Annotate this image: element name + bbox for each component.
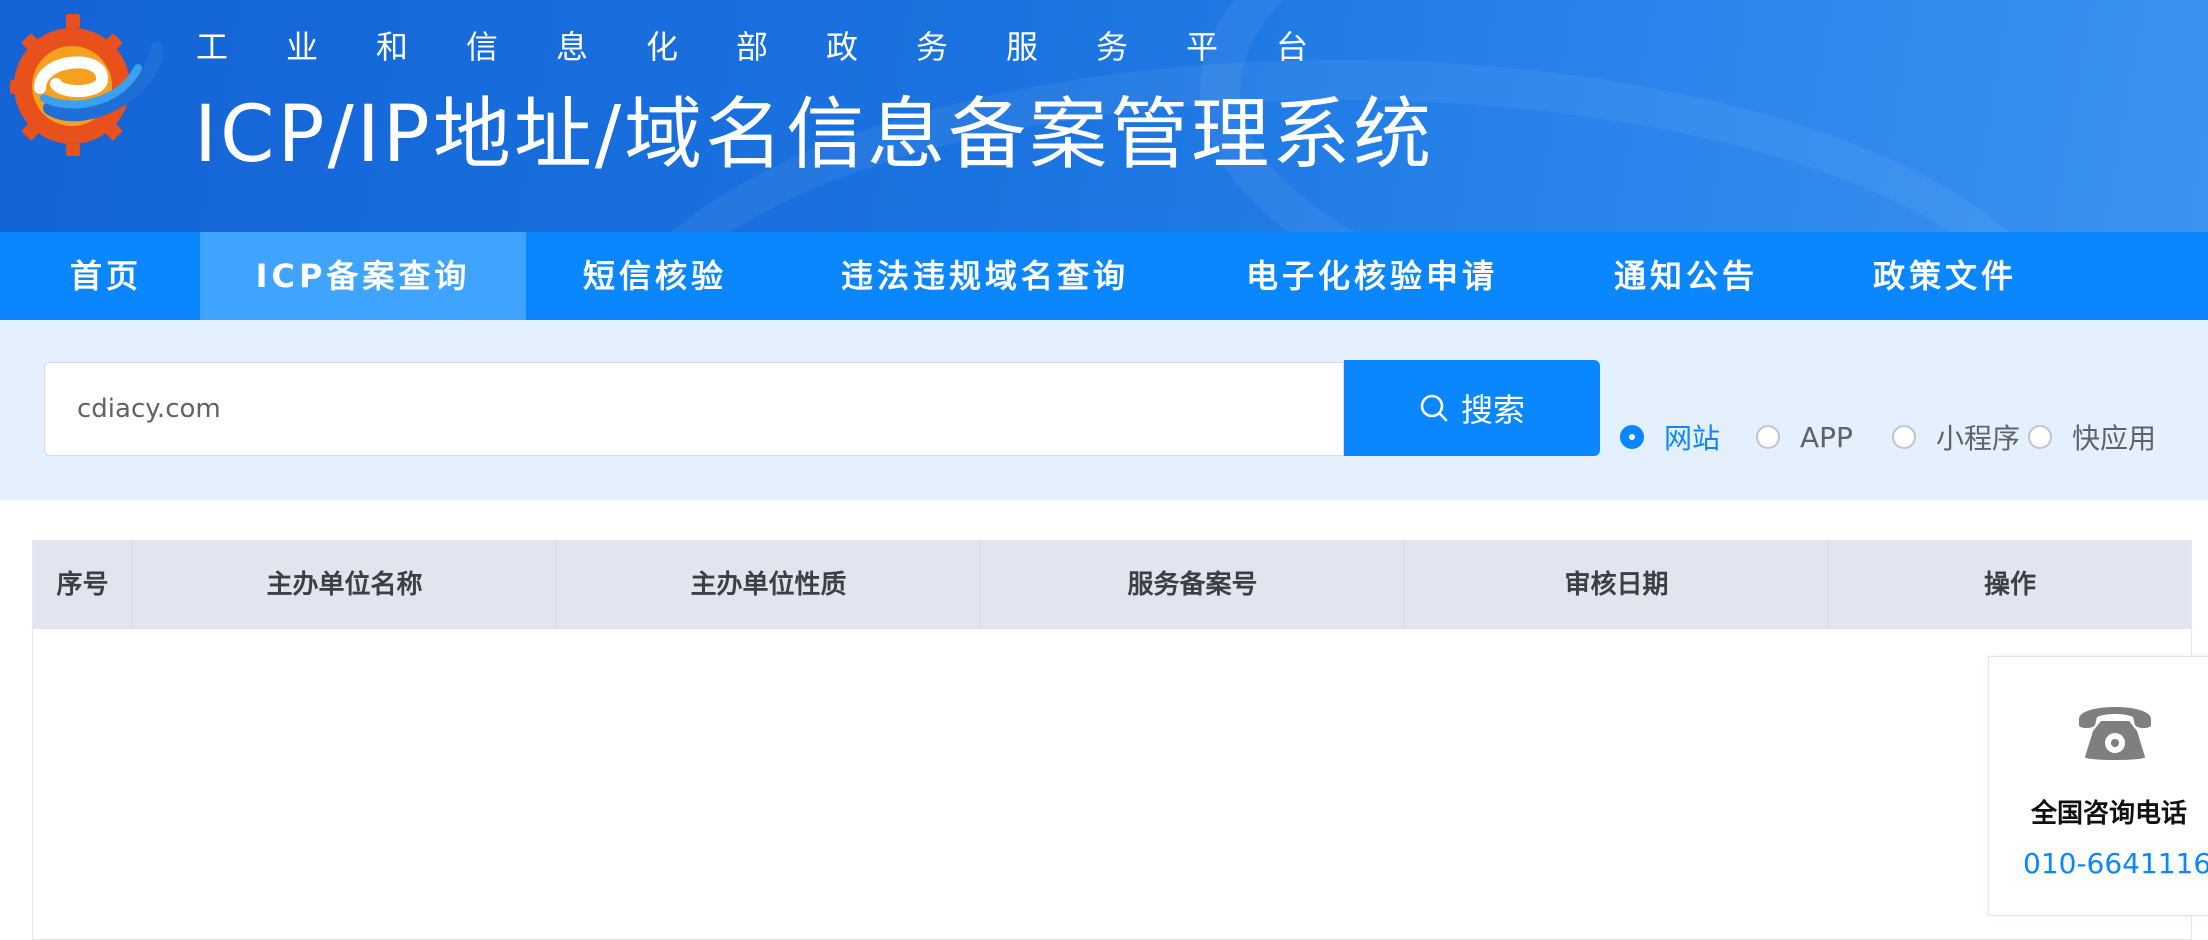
nav-item-illegal-domain-query[interactable]: 违法违规域名查询 (820, 232, 1150, 320)
nav-item-notices[interactable]: 通知公告 (1596, 232, 1776, 320)
column-header-actions: 操作 (1983, 570, 2036, 600)
page-title: ICP/IP地址/域名信息备案管理系统 (194, 90, 1435, 180)
radio-website[interactable]: 网站 (1620, 412, 1720, 462)
search-area: 搜索 网站 APP 小程序 快应用 (0, 320, 2208, 500)
search-input[interactable] (44, 362, 1344, 456)
radio-dot (1756, 425, 1780, 449)
table-header: 序号 主办单位名称 主办单位性质 服务备案号 审核日期 操作 (33, 541, 2191, 629)
radio-label: 快应用 (2072, 422, 2157, 455)
search-button-label: 搜索 (1460, 391, 1525, 429)
nav-item-home[interactable]: 首页 (40, 232, 172, 320)
phone-icon (2079, 707, 2151, 760)
nav-item-icp-query[interactable]: ICP备案查询 (200, 232, 526, 320)
logo-icon (10, 14, 162, 156)
column-header-organizer-type: 主办单位性质 (557, 541, 981, 629)
search-icon (1420, 394, 1448, 422)
radio-label: 小程序 (1936, 422, 2021, 455)
main-nav: 首页 ICP备案查询 短信核验 违法违规域名查询 电子化核验申请 通知公告 政策… (0, 232, 2208, 320)
radio-dot (2028, 425, 2052, 449)
header-banner: 工业和信息化部政务服务平台 ICP/IP地址/域名信息备案管理系统 (0, 0, 2208, 232)
column-header-index: 序号 (33, 541, 133, 629)
radio-quick-app[interactable]: 快应用 (2028, 412, 2156, 462)
contact-panel: 全国咨询电话 010-66411166 (1988, 656, 2208, 916)
column-header-review-date: 审核日期 (1405, 541, 1829, 629)
column-header-organizer-name: 主办单位名称 (133, 541, 557, 629)
search-button[interactable]: 搜索 (1344, 360, 1600, 456)
results-table: 序号 主办单位名称 主办单位性质 服务备案号 审核日期 操作 (32, 540, 2192, 940)
radio-dot-checked (1620, 425, 1644, 449)
contact-phone-number[interactable]: 010-66411166 (2023, 847, 2208, 880)
radio-label: 网站 (1664, 422, 1721, 455)
radio-app[interactable]: APP (1756, 412, 1853, 462)
platform-subtitle: 工业和信息化部政务服务平台 (196, 28, 1367, 66)
nav-item-e-verify-apply[interactable]: 电子化核验申请 (1232, 232, 1512, 320)
radio-dot (1892, 425, 1916, 449)
radio-mini-program[interactable]: 小程序 (1892, 412, 2020, 462)
contact-label: 全国咨询电话 (2031, 799, 2188, 829)
nav-item-sms-verify[interactable]: 短信核验 (560, 232, 750, 320)
radio-label: APP (1800, 420, 1853, 454)
column-header-license-number: 服务备案号 (981, 541, 1405, 629)
nav-item-policies[interactable]: 政策文件 (1862, 232, 2028, 320)
